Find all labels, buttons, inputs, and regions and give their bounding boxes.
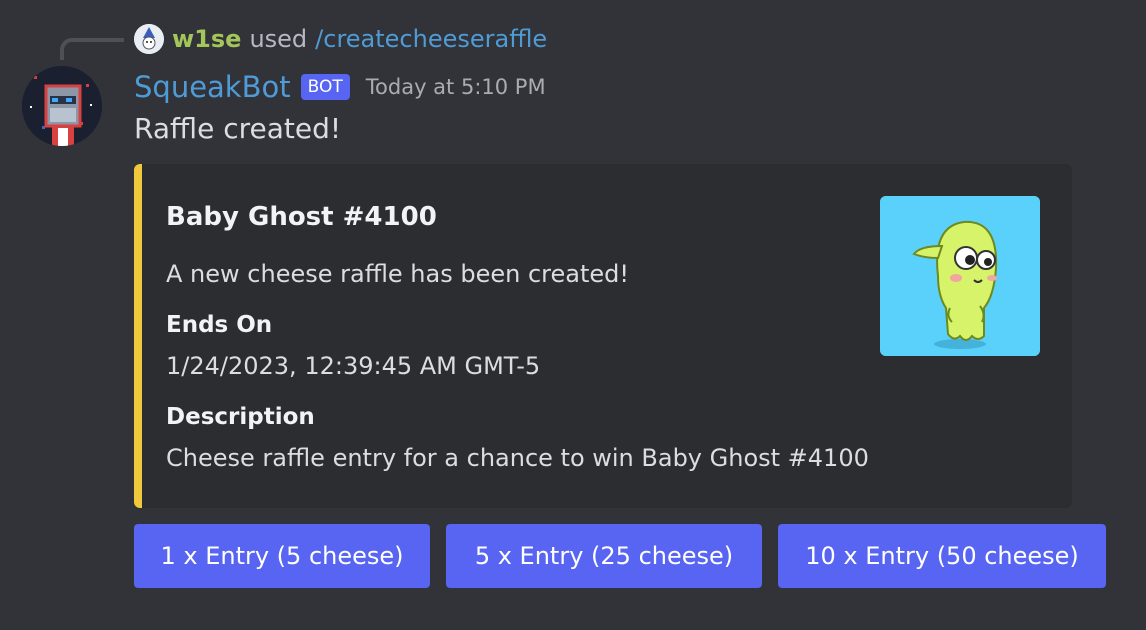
- entry-10-button[interactable]: 10 x Entry (50 cheese): [778, 524, 1106, 588]
- field-name-ends-on: Ends On: [166, 312, 273, 338]
- embed-thumbnail[interactable]: [880, 196, 1040, 356]
- entry-5-button[interactable]: 5 x Entry (25 cheese): [446, 524, 762, 588]
- embed-description: A new cheese raffle has been created!: [166, 260, 629, 288]
- bot-avatar[interactable]: [22, 66, 102, 146]
- field-value-description: Cheese raffle entry for a chance to win …: [166, 444, 869, 472]
- raffle-embed: Baby Ghost #4100 A new cheese raffle has…: [134, 164, 1072, 508]
- reply-username[interactable]: w1se: [172, 25, 241, 53]
- reply-context[interactable]: w1se used /createcheeseraffle: [134, 22, 547, 56]
- field-value-ends-on: 1/24/2023, 12:39:45 AM GMT-5: [166, 352, 541, 380]
- embed-title: Baby Ghost #4100: [166, 202, 437, 232]
- message-content: Raffle created!: [134, 112, 342, 145]
- reply-command[interactable]: /createcheeseraffle: [315, 25, 547, 53]
- entry-button-row: 1 x Entry (5 cheese) 5 x Entry (25 chees…: [134, 524, 1106, 588]
- field-name-description: Description: [166, 404, 315, 430]
- message-timestamp[interactable]: Today at 5:10 PM: [366, 75, 546, 99]
- reply-used-text: used: [249, 25, 308, 53]
- reply-avatar[interactable]: [134, 24, 164, 54]
- bot-badge: BOT: [300, 74, 350, 100]
- reply-connector: [60, 38, 124, 60]
- entry-1-button[interactable]: 1 x Entry (5 cheese): [134, 524, 430, 588]
- message-header: SqueakBot BOT Today at 5:10 PM: [134, 68, 546, 106]
- author-name[interactable]: SqueakBot: [134, 70, 291, 104]
